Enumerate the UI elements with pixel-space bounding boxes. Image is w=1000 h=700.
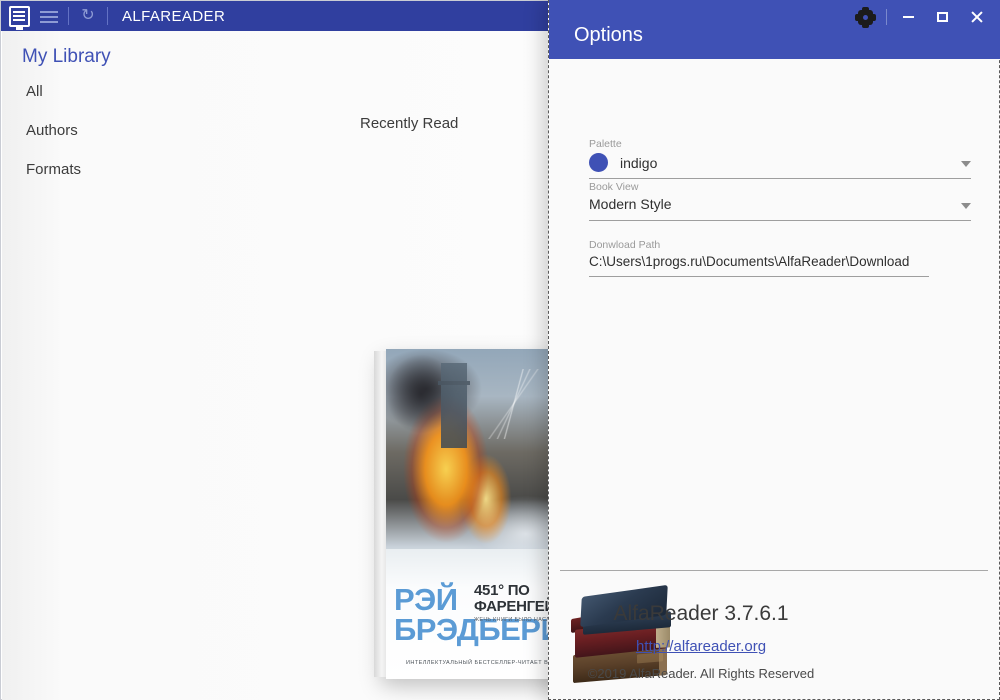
minimize-button[interactable] [891,4,925,30]
book-cover-artwork [386,349,566,564]
palette-label: Palette [589,138,622,150]
maximize-icon [936,12,948,22]
book-cover-item[interactable]: РЭЙ БРЭДБЕРИ 451° ПО ФАРЕНГЕЙТУ ЖЕЧЬ КНИ… [374,349,566,679]
book-view-underline [589,220,971,221]
palette-color-swatch [589,153,608,172]
library-nav: All Authors Formats [26,83,81,200]
book-view-label: Book View [589,181,639,193]
about-version: AlfaReader 3.7.6.1 [613,602,789,625]
book-title-line1: 451° ПО [474,582,530,599]
about-copyright: ©2019 AlfaReader. All Rights Reserved [587,666,815,681]
refresh-icon[interactable]: ↻ [79,7,97,25]
download-path-label: Donwload Path [589,239,661,251]
dialog-titlebar: Options [549,0,1000,59]
chevron-down-icon[interactable] [961,161,971,167]
sidebar-item-all[interactable]: All [26,83,81,100]
sidebar-item-formats[interactable]: Formats [26,161,81,178]
palette-field[interactable]: Palette indigo [589,138,971,179]
download-path-input[interactable]: C:\Users\1progs.ru\Documents\AlfaReader\… [589,254,909,269]
close-button[interactable] [959,4,993,30]
download-path-underline [589,276,929,277]
book-view-value: Modern Style [589,196,672,212]
about-website-link[interactable]: http://alfareader.org [636,638,766,655]
page-title: My Library [22,46,111,67]
minimize-icon [902,16,914,18]
footer-divider [560,570,988,571]
book-cover: РЭЙ БРЭДБЕРИ 451° ПО ФАРЕНГЕЙТУ ЖЕЧЬ КНИ… [386,349,566,679]
download-path-field[interactable]: Donwload Path C:\Users\1progs.ru\Documen… [589,239,929,277]
app-title: ALFAREADER [122,7,226,25]
titlebar-separator-1 [68,7,69,25]
book-view-field[interactable]: Book View Modern Style [589,181,971,221]
reader-monitor-icon [9,5,30,30]
tab-recently-read[interactable]: Recently Read [360,115,458,132]
book-author-line1: РЭЙ [394,582,458,617]
dialog-title: Options [574,24,643,46]
maximize-button[interactable] [925,4,959,30]
dialog-window-controls [848,4,993,30]
controls-separator [886,9,887,25]
close-icon [970,11,983,24]
chevron-down-icon-bookview[interactable] [961,203,971,209]
gear-icon[interactable] [848,4,882,30]
options-dialog: Options Palette indigo Light [548,0,1000,700]
palette-value: indigo [620,154,658,171]
hamburger-icon[interactable] [40,9,58,23]
titlebar-separator-2 [107,7,108,25]
palette-underline [589,178,971,179]
sidebar-item-authors[interactable]: Authors [26,122,81,139]
book-cover-banner: ИНТЕЛЛЕКТУАЛЬНЫЙ БЕСТСЕЛЛЕР-ЧИТАЕТ ВЕСЬ … [406,660,566,666]
